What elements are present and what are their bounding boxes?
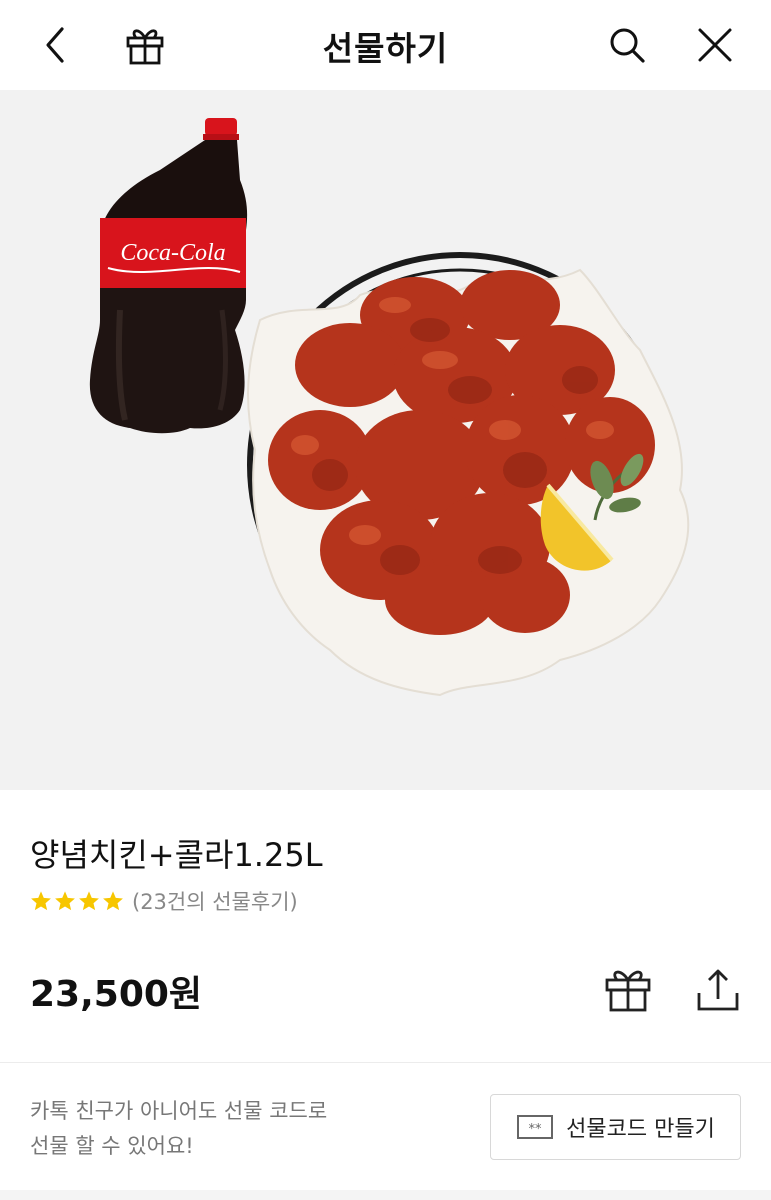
search-icon [610, 28, 645, 63]
send-gift-button[interactable] [600, 962, 656, 1018]
top-app-bar: 선물하기 [0, 0, 771, 90]
page-title: 선물하기 [322, 29, 449, 68]
share-button[interactable] [690, 962, 746, 1018]
gift-icon [605, 970, 651, 1012]
gift-code-description: 카톡 친구가 아니어도 선물 코드로 선물 할 수 있어요! [30, 1094, 410, 1164]
gift-code-description-line: 선물 할 수 있어요! [30, 1134, 194, 1158]
close-button[interactable] [688, 20, 742, 70]
code-ticket-icon: ** [517, 1115, 554, 1139]
create-gift-code-label: 선물코드 만들기 [566, 1117, 715, 1142]
product-price: 23,500원 [30, 974, 203, 1015]
product-name: 양념치킨+콜라1.25L [30, 836, 323, 874]
section-divider [0, 1062, 771, 1063]
svg-text:**: ** [529, 1122, 543, 1137]
star-icon [103, 891, 123, 911]
gift-code-description-line: 카톡 친구가 아니어도 선물 코드로 [30, 1099, 328, 1123]
share-icon [697, 969, 739, 1011]
star-icon [55, 891, 75, 911]
product-image: Coca-Cola [0, 90, 771, 790]
bottom-spacer [0, 1190, 771, 1200]
star-icon [31, 891, 51, 911]
close-icon [698, 28, 732, 62]
rating-row[interactable]: (23건의 선물후기) [30, 886, 298, 916]
cola-bottle-image: Coca-Cola [89, 118, 248, 434]
chicken-basket-image [247, 252, 690, 697]
create-gift-code-button[interactable]: ** 선물코드 만들기 [490, 1094, 741, 1160]
review-count-link[interactable]: (23건의 선물후기) [132, 886, 298, 916]
search-button[interactable] [600, 20, 654, 70]
star-rating [30, 890, 124, 912]
bottle-brand-label: Coca-Cola [120, 240, 225, 266]
star-icon [79, 891, 99, 911]
